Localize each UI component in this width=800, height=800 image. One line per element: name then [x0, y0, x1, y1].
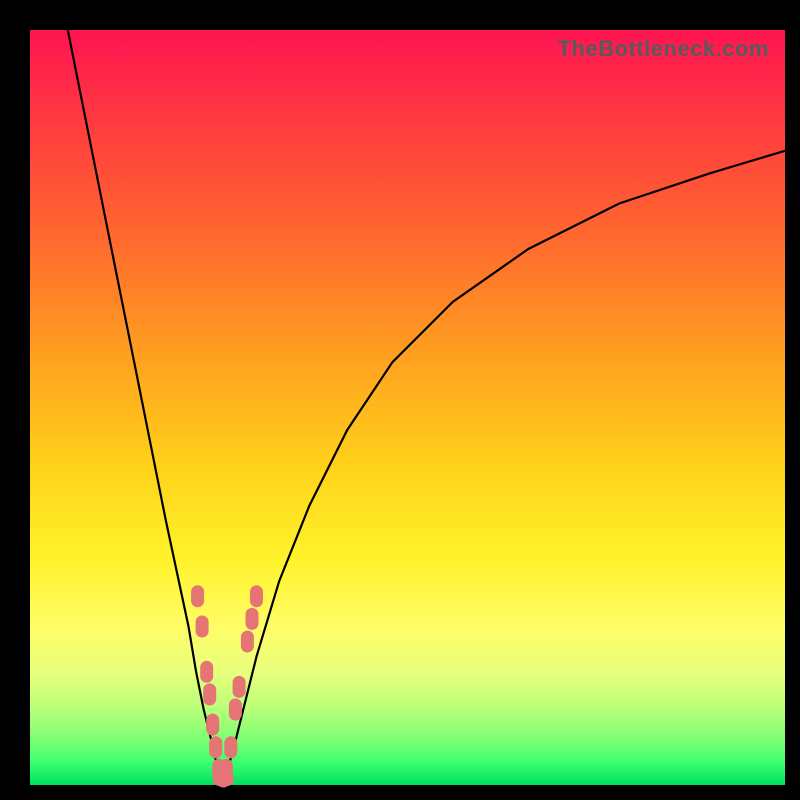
bead-marker: [246, 608, 259, 630]
bead-marker: [241, 631, 254, 653]
bead-marker: [206, 714, 219, 736]
curve-left-curve: [68, 30, 221, 781]
bead-dot: [220, 772, 234, 786]
bead-marker: [209, 736, 222, 758]
bead-marker: [200, 661, 213, 683]
curves-group: [68, 30, 785, 781]
plot-area: TheBottleneck.com: [30, 30, 785, 785]
beads-group: [191, 585, 263, 787]
bead-marker: [233, 676, 246, 698]
chart-svg: [30, 30, 785, 785]
curve-right-curve: [225, 151, 785, 781]
bead-marker: [250, 585, 263, 607]
bead-marker: [229, 699, 242, 721]
chart-frame: TheBottleneck.com: [0, 0, 800, 800]
bead-marker: [224, 736, 237, 758]
bead-marker: [191, 585, 204, 607]
bead-marker: [203, 683, 216, 705]
bead-marker: [196, 616, 209, 638]
